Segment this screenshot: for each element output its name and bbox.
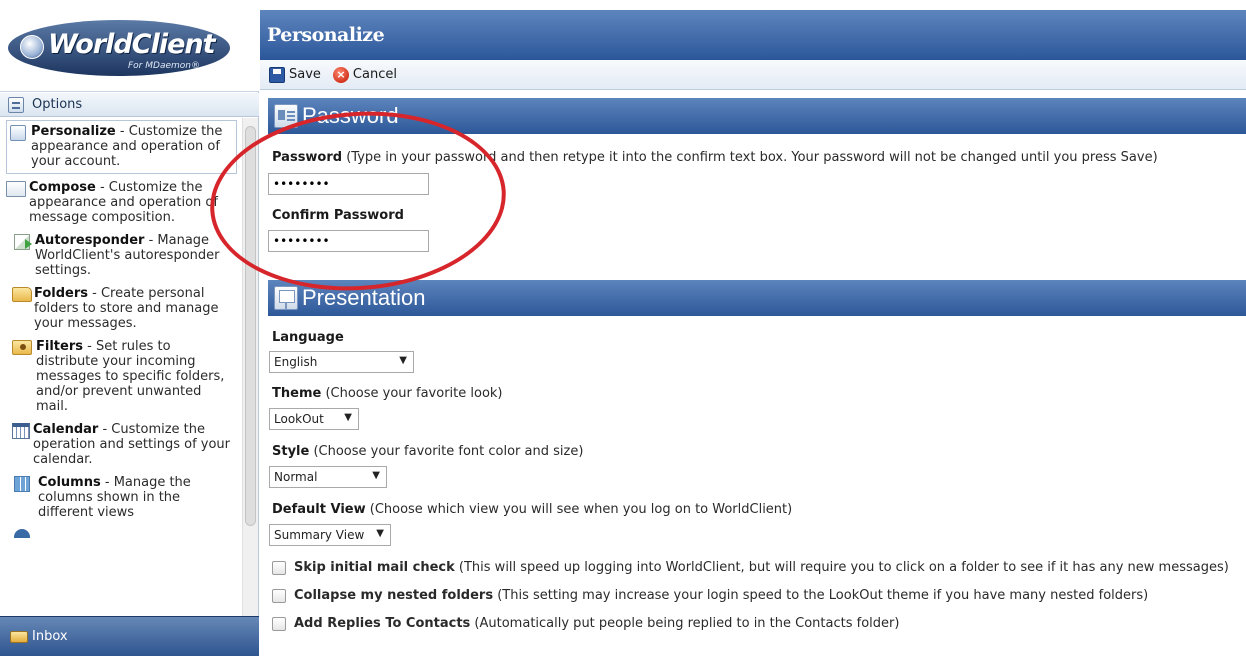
page-header: Personalize <box>260 10 1246 60</box>
style-value: Normal <box>274 470 318 484</box>
nav-item-title: Compose <box>29 180 96 195</box>
nav-item-compose[interactable]: Compose - Customize the appearance and o… <box>0 176 240 229</box>
language-label: Language <box>272 330 344 345</box>
language-value: English <box>274 355 318 369</box>
chevron-down-icon: ▼ <box>376 528 384 539</box>
password-label: Password (Type in your password and then… <box>272 150 1158 165</box>
sidebar-scrollbar-thumb[interactable] <box>245 126 256 526</box>
inbox-label: Inbox <box>32 629 68 644</box>
logo-text: WorldClient <box>48 29 216 60</box>
cancel-button[interactable]: × Cancel <box>332 66 397 83</box>
nav-item-filters[interactable]: Filters - Set rules to distribute your i… <box>0 335 240 418</box>
password-card-icon <box>274 104 298 128</box>
collapse-folders-row[interactable]: Collapse my nested folders (This setting… <box>272 588 1148 603</box>
nav-item-title: Folders <box>34 286 89 301</box>
options-label: Options <box>32 97 83 112</box>
default-view-value: Summary View <box>274 528 365 542</box>
skip-mail-check-checkbox[interactable] <box>272 560 286 575</box>
collapse-folders-checkbox[interactable] <box>272 588 286 603</box>
next-item-icon <box>14 529 30 538</box>
nav-item-autoresponder[interactable]: Autoresponder - Manage WorldClient's aut… <box>0 229 240 282</box>
save-label: Save <box>289 67 321 82</box>
options-nav-list: Personalize - Customize the appearance a… <box>0 118 240 616</box>
columns-icon <box>14 476 30 492</box>
nav-item-title: Personalize <box>31 124 116 139</box>
compose-icon <box>6 181 26 197</box>
default-view-label: Default View (Choose which view you will… <box>272 502 793 517</box>
inbox-icon <box>10 630 28 643</box>
confirm-password-field[interactable] <box>268 230 429 252</box>
password-field[interactable] <box>268 173 429 195</box>
sidebar-scrollbar[interactable] <box>242 118 258 616</box>
chevron-down-icon: ▼ <box>344 412 352 423</box>
main-panel: Personalize Save × Cancel Password Passw… <box>260 0 1246 656</box>
chevron-down-icon: ▼ <box>372 470 380 481</box>
nav-item-calendar[interactable]: Calendar - Customize the operation and s… <box>0 418 240 471</box>
personalize-icon <box>10 125 26 141</box>
options-icon <box>8 96 24 113</box>
add-replies-checkbox[interactable] <box>272 616 286 631</box>
nav-item-title: Calendar <box>33 422 99 437</box>
inbox-button[interactable]: Inbox <box>0 616 259 656</box>
confirm-password-label: Confirm Password <box>272 208 404 223</box>
save-button[interactable]: Save <box>269 66 321 83</box>
nav-item-folders[interactable]: Folders - Create personal folders to sto… <box>0 282 240 335</box>
nav-item-partial[interactable] <box>0 524 240 538</box>
style-select[interactable]: Normal ▼ <box>269 466 387 488</box>
sidebar: WorldClient For MDaemon® Options Persona… <box>0 0 259 656</box>
save-icon <box>269 66 285 83</box>
password-section-title: Password <box>302 103 399 128</box>
chevron-down-icon: ▼ <box>399 355 407 366</box>
nav-item-title: Filters <box>36 339 83 354</box>
presentation-section-title: Presentation <box>302 285 426 310</box>
theme-value: LookOut <box>274 412 324 426</box>
options-header[interactable]: Options <box>0 93 259 117</box>
default-view-select[interactable]: Summary View ▼ <box>269 524 391 546</box>
presentation-board-icon <box>274 286 298 310</box>
nav-item-personalize[interactable]: Personalize - Customize the appearance a… <box>6 120 237 174</box>
filter-icon <box>12 340 32 355</box>
settings-content: Password Password (Type in your password… <box>268 98 1246 656</box>
nav-item-title: Autoresponder <box>35 233 145 248</box>
calendar-icon <box>12 423 30 439</box>
toolbar: Save × Cancel <box>260 60 1246 90</box>
logo: WorldClient For MDaemon® <box>0 0 259 92</box>
page-title: Personalize <box>267 24 385 46</box>
style-label: Style (Choose your favorite font color a… <box>272 444 584 459</box>
nav-item-columns[interactable]: Columns - Manage the columns shown in th… <box>0 471 240 524</box>
presentation-section-header: Presentation <box>268 280 1246 316</box>
skip-mail-check-row[interactable]: Skip initial mail check (This will speed… <box>272 560 1229 575</box>
logo-subtext: For MDaemon® <box>128 61 200 71</box>
password-section-header: Password <box>268 98 1246 134</box>
cancel-icon: × <box>332 66 349 83</box>
nav-item-title: Columns <box>38 475 101 490</box>
folder-icon <box>12 287 32 302</box>
language-select[interactable]: English ▼ <box>269 351 414 373</box>
autoresponder-icon <box>14 234 32 250</box>
theme-select[interactable]: LookOut ▼ <box>269 408 359 430</box>
theme-label: Theme (Choose your favorite look) <box>272 386 503 401</box>
cancel-label: Cancel <box>352 67 397 82</box>
globe-icon <box>20 35 44 59</box>
add-replies-row[interactable]: Add Replies To Contacts (Automatically p… <box>272 616 899 631</box>
